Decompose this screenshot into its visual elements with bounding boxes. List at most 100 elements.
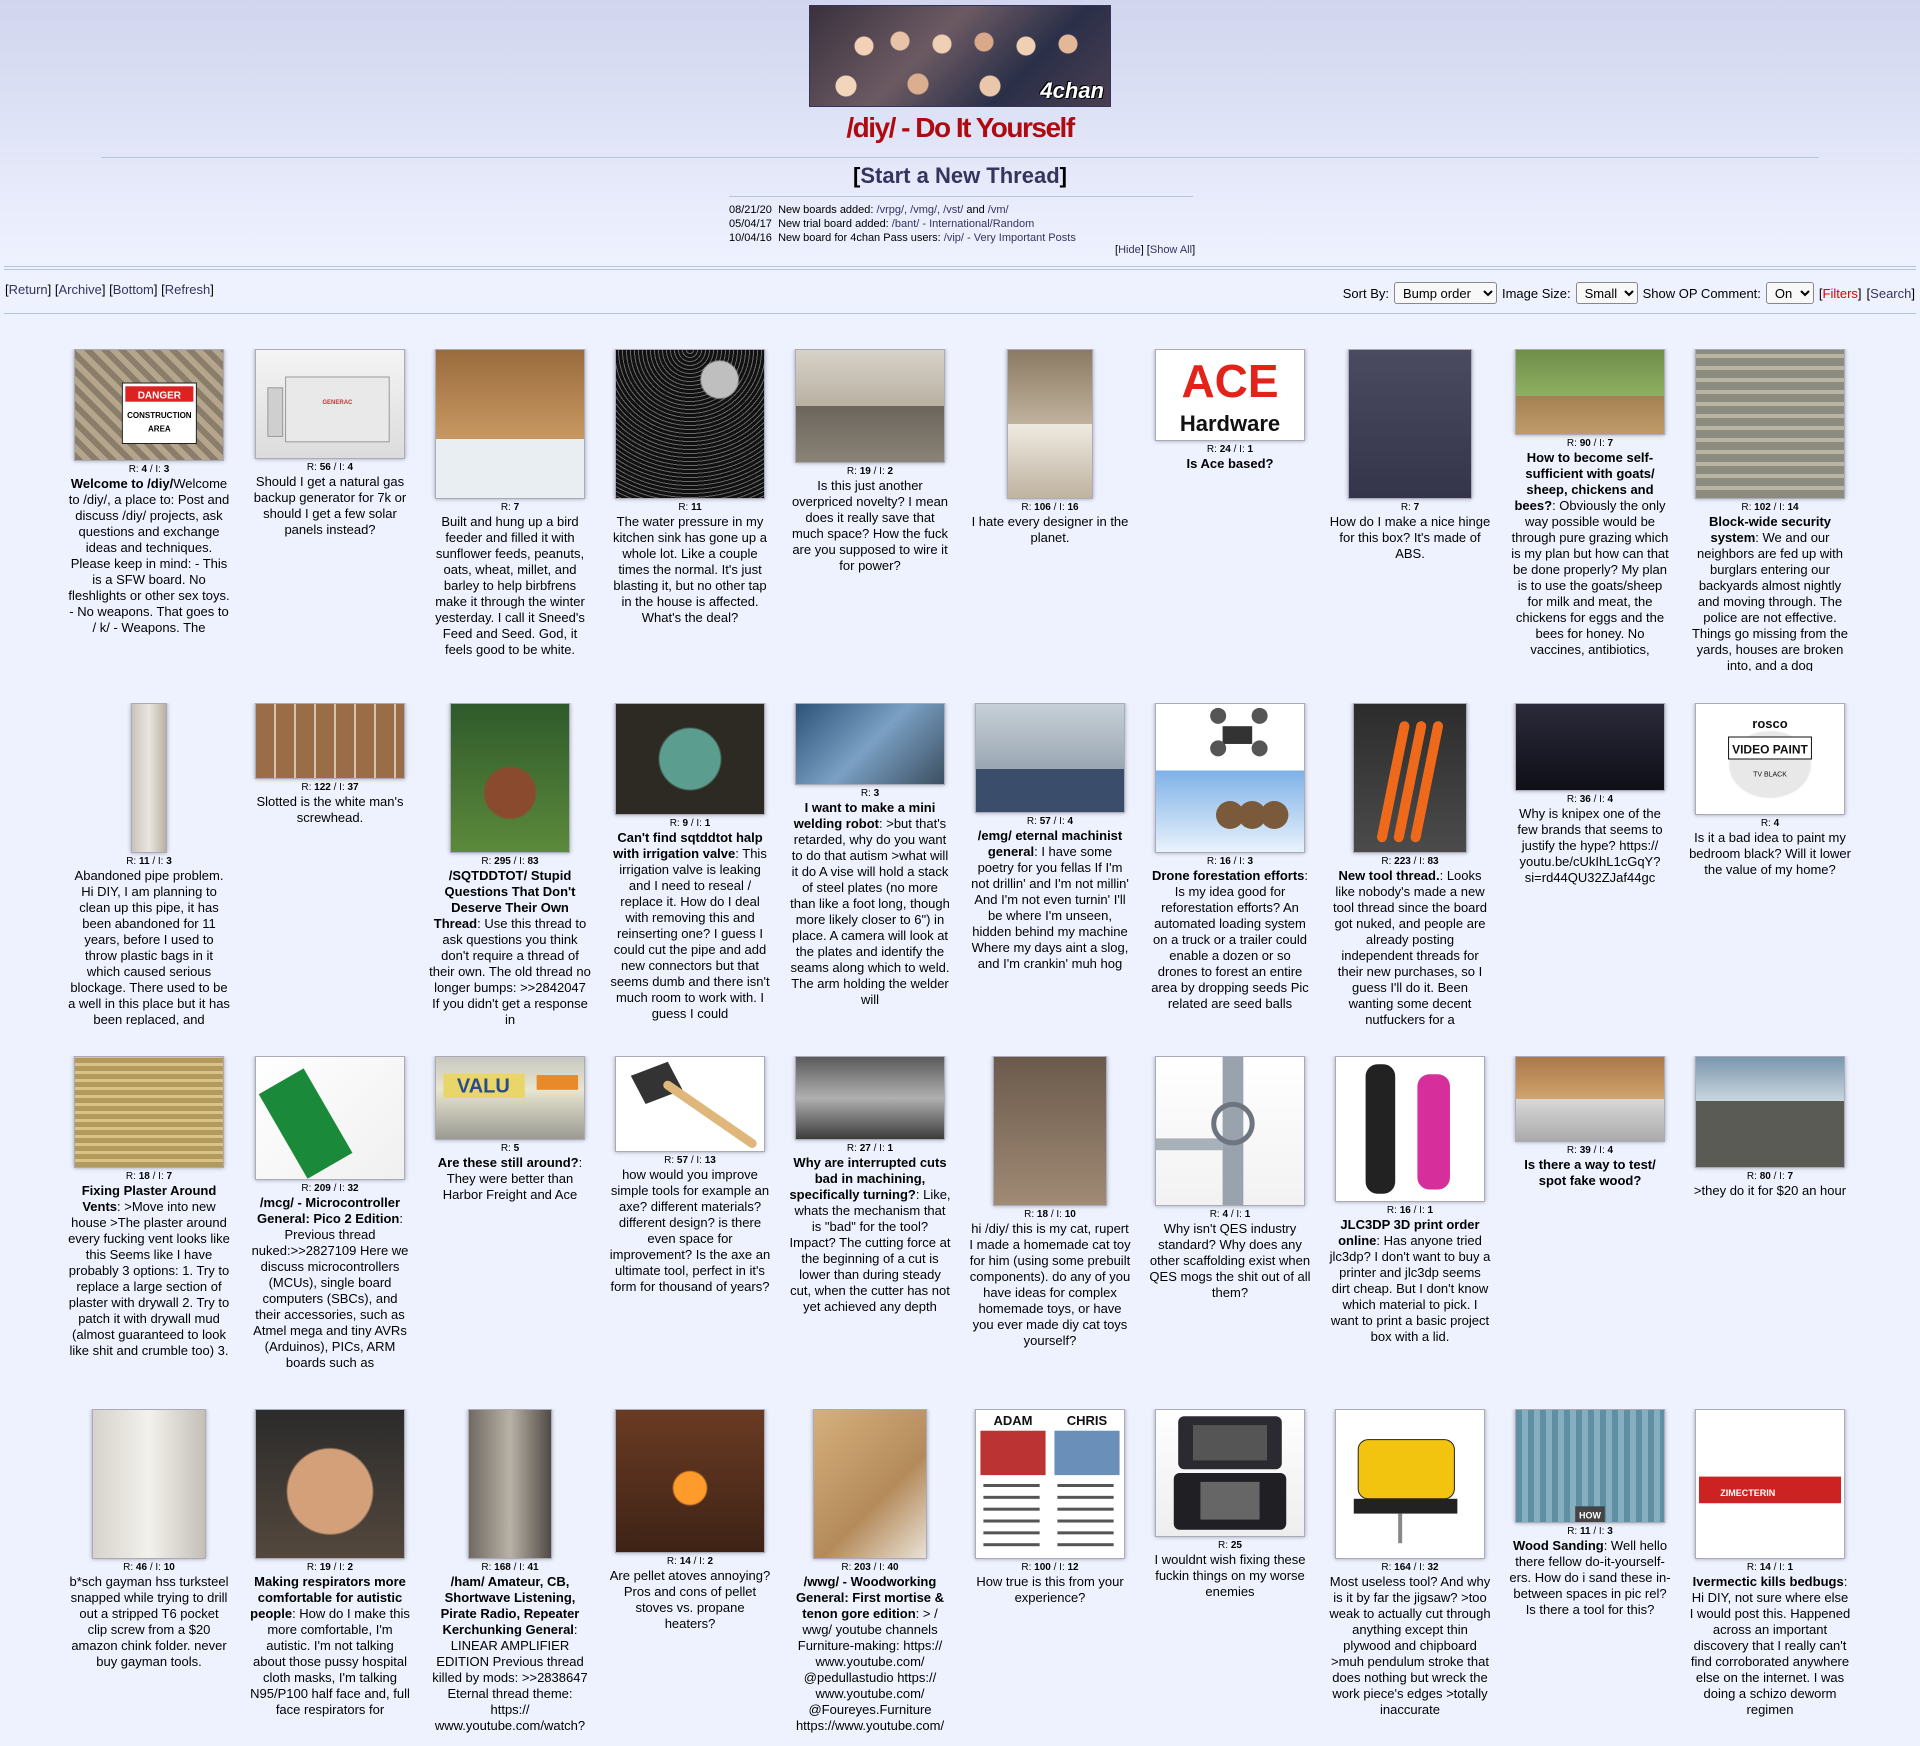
show-all-news-link[interactable]: Show All	[1150, 244, 1192, 256]
welding-robot-icon	[796, 704, 944, 784]
image-count: 83	[1427, 856, 1439, 867]
image-size-select[interactable]: Small	[1575, 282, 1638, 304]
bracket: ]	[1059, 163, 1067, 188]
filters-link[interactable]: Filters	[1823, 286, 1858, 301]
bottom-link[interactable]: Bottom	[113, 282, 154, 297]
reply-count: 57	[676, 1155, 689, 1166]
thread-thumbnail[interactable]	[615, 1056, 765, 1152]
thread-thumbnail[interactable]	[795, 1056, 945, 1140]
reply-count: 80	[1759, 1171, 1771, 1182]
svg-text:Hardware: Hardware	[1180, 411, 1280, 436]
thread-thumbnail[interactable]	[1348, 349, 1472, 499]
thread-thumbnail[interactable]	[74, 1056, 224, 1168]
sort-select[interactable]: Bump order	[1393, 282, 1497, 304]
catalog-thread: R: 16 / I: 3 Drone forestation efforts: I…	[1149, 703, 1311, 1025]
3d-print-icon	[1365, 1064, 1450, 1194]
reply-count: 16	[1399, 1205, 1411, 1216]
thread-thumbnail[interactable]: rosco VIDEO PAINT TV BLACK	[1695, 703, 1845, 815]
thread-thumbnail[interactable]: ADAM CHRIS	[975, 1409, 1125, 1559]
thread-thumbnail[interactable]	[255, 1056, 405, 1180]
thread-thumbnail[interactable]	[615, 1409, 765, 1553]
thread-comment: I wouldnt wish fixing these fuckin thing…	[1154, 1552, 1306, 1599]
thread-thumbnail[interactable]	[1353, 703, 1467, 853]
reply-count: 18	[1036, 1209, 1049, 1220]
news-date: 08/21/20	[729, 204, 772, 216]
thread-teaser: Fixing Plaster Around Vents: >Move into …	[68, 1183, 230, 1359]
thread-thumbnail[interactable]: VALU	[435, 1056, 585, 1140]
archive-link[interactable]: Archive	[59, 282, 102, 297]
pico-board-icon	[258, 1068, 353, 1179]
thread-thumbnail[interactable]	[1155, 703, 1305, 853]
thread-stats: R: 57 / I: 13	[664, 1155, 716, 1166]
thread-thumbnail[interactable]	[1335, 1056, 1485, 1202]
thread-comment: : Like, whats the mechanism that is "bad…	[789, 1187, 951, 1314]
thread-thumbnail[interactable]	[1155, 1056, 1305, 1206]
refresh-link[interactable]: Refresh	[165, 282, 211, 297]
thread-thumbnail[interactable]	[450, 703, 570, 853]
reply-count: 164	[1394, 1562, 1411, 1573]
thread-stats: R: 16 / I: 3	[1206, 856, 1254, 867]
thread-comment: Why is knipex one of the few brands that…	[1517, 806, 1663, 885]
thread-thumbnail[interactable]	[1155, 1409, 1305, 1537]
thread-thumbnail[interactable]	[1515, 349, 1665, 435]
catalog-thread: R: 122 / I: 37 Slotted is the white man's…	[249, 703, 411, 1025]
thread-thumbnail[interactable]	[255, 703, 405, 779]
divider	[4, 266, 1916, 267]
paint-can-icon: rosco VIDEO PAINT TV BLACK	[1728, 716, 1812, 779]
thread-thumbnail[interactable]	[435, 349, 585, 499]
news-link[interactable]: /vip/ - Very Important Posts	[944, 232, 1076, 244]
reply-count: 295	[494, 856, 511, 867]
news-link[interactable]: /vm/	[988, 204, 1009, 216]
op-comment-select[interactable]: On	[1765, 282, 1814, 304]
thread-teaser: Why is knipex one of the few brands that…	[1509, 806, 1671, 886]
reply-count: 14	[1759, 1562, 1771, 1573]
board-banner[interactable]: 4chan	[809, 5, 1111, 107]
thread-thumbnail[interactable]	[1695, 1056, 1845, 1168]
thread-teaser: Are pellet atoves annoying? Pros and con…	[609, 1568, 771, 1632]
thread-thumbnail[interactable]	[975, 703, 1125, 813]
news-link[interactable]: /bant/ - International/Random	[892, 218, 1034, 230]
start-new-thread-link[interactable]: Start a New Thread	[860, 163, 1059, 188]
thread-thumbnail[interactable]: DANGER CONSTRUCTION AREA	[74, 349, 224, 461]
reply-count: 203	[854, 1562, 871, 1573]
thread-thumbnail[interactable]	[615, 349, 765, 499]
thread-teaser: Drone forestation efforts: Is my idea go…	[1149, 868, 1311, 1012]
thread-comment: Should I get a natural gas backup genera…	[253, 474, 407, 537]
thread-thumbnail[interactable]: ZIMECTERIN	[1695, 1409, 1845, 1559]
image-count: 10	[1064, 1209, 1076, 1220]
thread-thumbnail[interactable]	[131, 703, 167, 853]
image-count: 4	[1067, 816, 1074, 827]
thread-teaser: How do I make a nice hinge for this box?…	[1329, 514, 1491, 562]
thread-thumbnail[interactable]	[993, 1056, 1107, 1206]
thread-thumbnail[interactable]	[255, 1409, 405, 1559]
thread-thumbnail[interactable]: GENERAC	[255, 349, 405, 459]
thread-thumbnail[interactable]	[615, 703, 765, 815]
thread-thumbnail[interactable]	[1695, 349, 1845, 499]
thread-thumbnail[interactable]	[795, 703, 945, 785]
thread-thumbnail[interactable]	[468, 1409, 552, 1559]
hide-news-link[interactable]: Hide	[1118, 244, 1141, 256]
news-text: New board for 4chan Pass users:	[778, 232, 944, 244]
thread-thumbnail[interactable]: HOW	[1515, 1409, 1665, 1523]
thread-thumbnail[interactable]	[92, 1409, 206, 1559]
thread-thumbnail[interactable]	[1515, 1056, 1665, 1142]
news-link[interactable]: /vrpg/, /vmg/, /vst/	[877, 204, 964, 216]
thread-thumbnail[interactable]	[795, 349, 945, 463]
thread-stats: R: 122 / I: 37	[301, 782, 359, 793]
thread-thumbnail[interactable]	[813, 1409, 927, 1559]
thread-stats: R: 168 / I: 41	[481, 1562, 539, 1573]
catalog-thread: R: 80 / I: 7 >they do it for $20 an hour	[1689, 1056, 1851, 1378]
thread-teaser: How true is this from your experience?	[969, 1574, 1131, 1606]
thread-thumbnail[interactable]	[1515, 703, 1665, 791]
thread-thumbnail[interactable]: ACE Hardware	[1155, 349, 1305, 441]
catalog-thread: R: 168 / I: 41/ham/ Amateur, CB, Shortwa…	[429, 1409, 591, 1745]
thread-thumbnail[interactable]	[1335, 1409, 1485, 1559]
reply-count: 39	[1579, 1145, 1591, 1156]
thread-teaser: Most useless tool? And why is it by far …	[1329, 1574, 1491, 1718]
return-link[interactable]: Return	[9, 282, 48, 297]
thread-teaser: Abandoned pipe problem. Hi DIY, I am pla…	[68, 868, 230, 1025]
search-link[interactable]: Search	[1870, 286, 1911, 301]
thread-stats: R: 209 / I: 32	[301, 1183, 359, 1194]
thread-teaser: >they do it for $20 an hour	[1689, 1183, 1851, 1199]
thread-thumbnail[interactable]	[1007, 349, 1093, 499]
